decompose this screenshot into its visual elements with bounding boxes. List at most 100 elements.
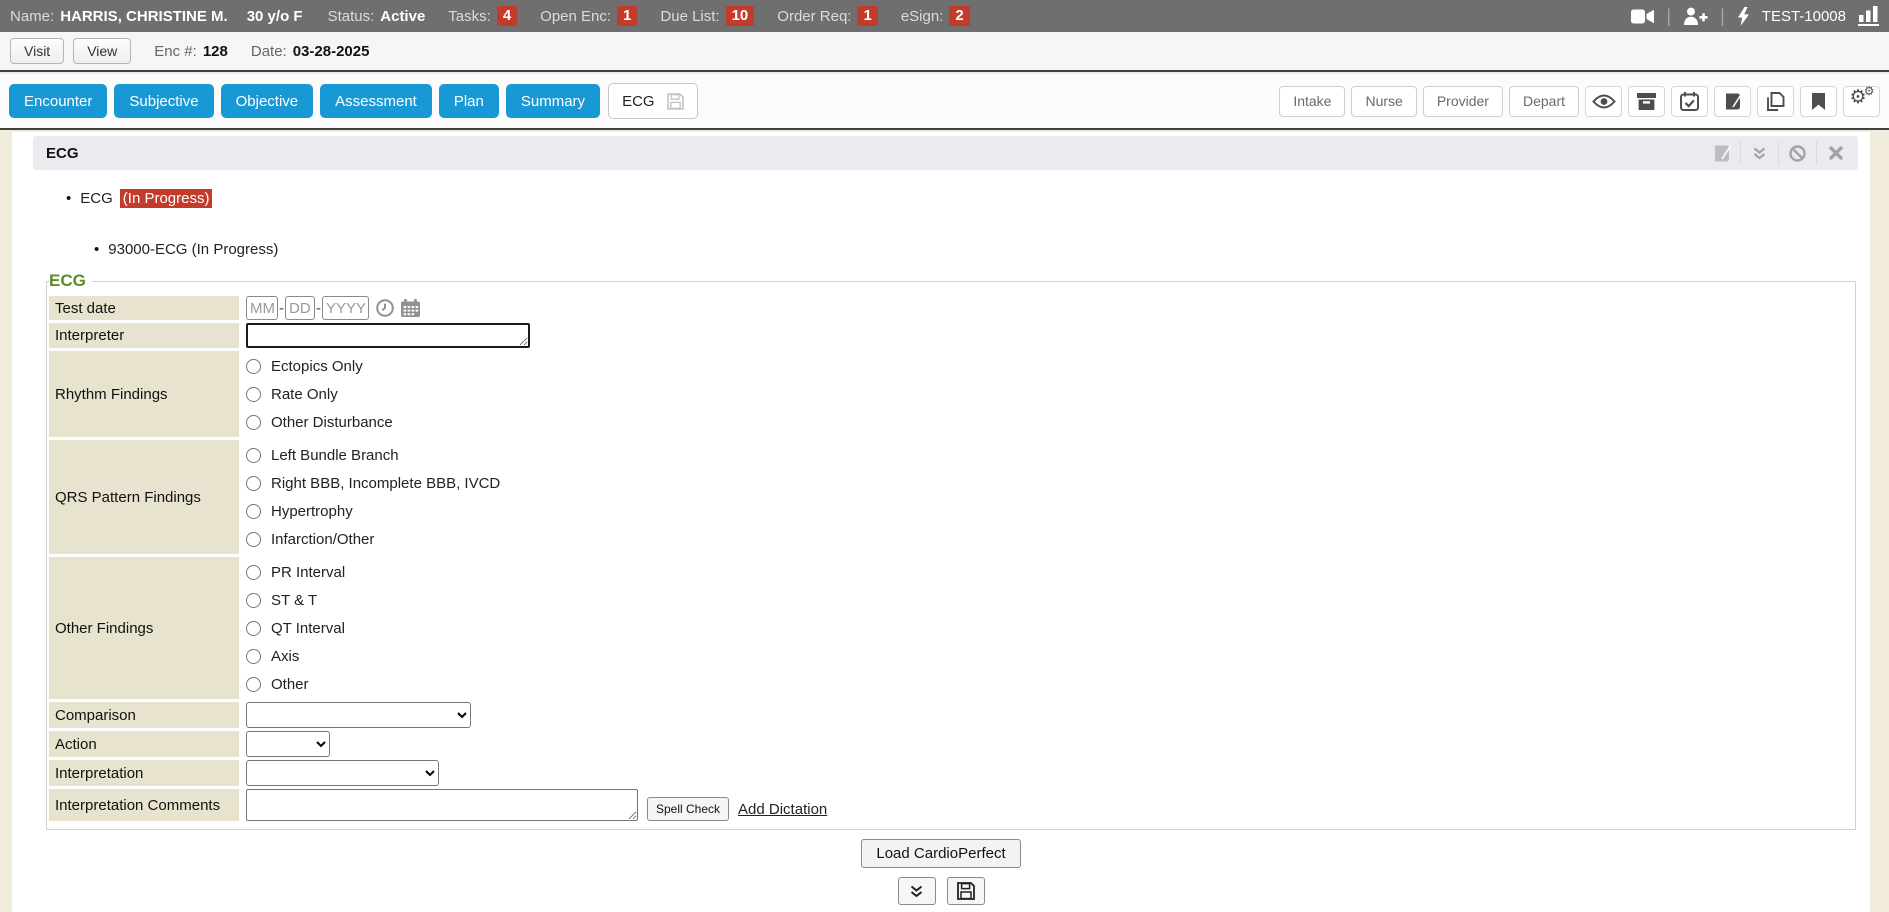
radio-icon[interactable] [246, 387, 261, 402]
radio-icon[interactable] [246, 415, 261, 430]
rhythm-findings-row: Rhythm Findings Ectopics Only Rate Only … [49, 351, 1851, 437]
ecg-section-header: ECG [33, 136, 1858, 170]
interpreter-input[interactable] [246, 323, 530, 348]
open-enc-counter[interactable]: Open Enc: 1 [540, 6, 637, 26]
qrs-pattern-option[interactable]: Right BBB, Incomplete BBB, IVCD [246, 469, 500, 497]
radio-icon[interactable] [246, 359, 261, 374]
video-camera-icon[interactable] [1631, 9, 1654, 24]
test-date-row: Test date - - [49, 296, 1851, 320]
radio-icon[interactable] [246, 504, 261, 519]
due-list-badge[interactable]: 10 [726, 6, 755, 26]
patient-age-sex: 30 y/o F [247, 8, 303, 25]
test-date-year-input[interactable] [322, 296, 369, 320]
due-list-counter[interactable]: Due List: 10 [660, 6, 754, 26]
other-findings-label: Other Findings [49, 557, 239, 699]
patient-info-bar: Name: HARRIS, CHRISTINE M. 30 y/o F Stat… [0, 0, 1889, 32]
action-select[interactable] [246, 731, 330, 757]
stage-button[interactable]: Intake [1279, 86, 1345, 117]
rhythm-finding-option[interactable]: Ectopics Only [246, 352, 363, 380]
open-enc-badge[interactable]: 1 [617, 6, 637, 26]
comparison-label: Comparison [49, 702, 239, 728]
cancel-section-icon[interactable] [1779, 145, 1816, 162]
bookmark-icon-button[interactable] [1800, 86, 1837, 117]
radio-icon[interactable] [246, 649, 261, 664]
comparison-row: Comparison [49, 702, 1851, 728]
close-section-icon[interactable] [1817, 146, 1854, 160]
collapse-form-button[interactable] [898, 877, 936, 905]
radio-icon[interactable] [246, 565, 261, 580]
calendar-check-icon-button[interactable] [1671, 86, 1708, 117]
interpretation-select[interactable] [246, 760, 439, 786]
other-finding-option[interactable]: PR Interval [246, 558, 345, 586]
other-finding-option[interactable]: Axis [246, 642, 299, 670]
other-finding-option[interactable]: Other [246, 670, 309, 698]
ecg-status-item[interactable]: • ECG (In Progress) [66, 189, 1870, 208]
ecg-tab[interactable]: ECG [608, 83, 698, 119]
load-cardioperfect-button[interactable]: Load CardioPerfect [861, 839, 1020, 868]
ecg-sub-status-item[interactable]: • 93000-ECG (In Progress) [94, 241, 1870, 258]
journal-icon-button[interactable] [1714, 86, 1751, 117]
add-person-icon[interactable] [1683, 7, 1708, 25]
radio-icon[interactable] [246, 621, 261, 636]
section-title: ECG [46, 145, 79, 162]
qrs-pattern-option[interactable]: Hypertrophy [246, 497, 353, 525]
nav-tab[interactable]: Assessment [320, 84, 432, 118]
nav-tab[interactable]: Plan [439, 84, 499, 118]
patient-status: Status: Active [328, 8, 426, 25]
copy-pages-icon-button[interactable] [1757, 86, 1794, 117]
stage-button[interactable]: Depart [1509, 86, 1579, 117]
ecg-form-legend: ECG [49, 271, 92, 291]
view-button[interactable]: View [73, 38, 131, 64]
archive-box-icon-button[interactable] [1628, 86, 1665, 117]
collapse-section-icon[interactable] [1741, 147, 1778, 160]
rhythm-finding-option[interactable]: Other Disturbance [246, 408, 393, 436]
nav-tab[interactable]: Summary [506, 84, 600, 118]
other-finding-option[interactable]: ST & T [246, 586, 317, 614]
save-icon-disabled [667, 93, 684, 110]
esign-badge[interactable]: 2 [949, 6, 969, 26]
save-form-button[interactable] [947, 877, 985, 905]
settings-gears-icon-button[interactable]: ⚙⚙ [1843, 86, 1880, 117]
patient-name: Name: HARRIS, CHRISTINE M. [10, 8, 228, 25]
form-footer: Load CardioPerfect [12, 839, 1870, 905]
ecg-status-label[interactable]: ECG [80, 190, 113, 207]
nav-tab[interactable]: Encounter [9, 84, 107, 118]
interpretation-comments-input[interactable] [246, 789, 638, 821]
bar-chart-icon[interactable] [1858, 6, 1879, 26]
time-clock-icon[interactable] [376, 299, 394, 317]
radio-icon[interactable] [246, 677, 261, 692]
esign-counter[interactable]: eSign: 2 [901, 6, 970, 26]
comparison-select[interactable] [246, 702, 471, 728]
radio-icon[interactable] [246, 593, 261, 608]
qrs-pattern-option[interactable]: Left Bundle Branch [246, 441, 399, 469]
radio-icon[interactable] [246, 448, 261, 463]
order-req-badge[interactable]: 1 [857, 6, 877, 26]
radio-icon[interactable] [246, 476, 261, 491]
journal-icon[interactable] [1703, 145, 1740, 162]
test-date-month-input[interactable] [246, 296, 278, 320]
stage-button[interactable]: Nurse [1351, 86, 1416, 117]
practice-id: TEST-10008 [1762, 8, 1846, 25]
nav-tab[interactable]: Objective [221, 84, 314, 118]
rhythm-finding-option[interactable]: Rate Only [246, 380, 338, 408]
test-date-day-input[interactable] [285, 296, 315, 320]
add-dictation-link[interactable]: Add Dictation [738, 801, 827, 821]
tasks-counter[interactable]: Tasks: 4 [448, 6, 517, 26]
nav-tab[interactable]: Subjective [114, 84, 213, 118]
stage-button[interactable]: Provider [1423, 86, 1503, 117]
tasks-badge[interactable]: 4 [497, 6, 517, 26]
lightning-bolt-icon[interactable] [1737, 7, 1750, 26]
eye-icon-button[interactable] [1585, 86, 1622, 117]
radio-icon[interactable] [246, 532, 261, 547]
qrs-pattern-option[interactable]: Infarction/Other [246, 525, 374, 553]
calendar-picker-icon[interactable] [401, 299, 420, 317]
visit-button[interactable]: Visit [10, 38, 64, 64]
ecg-sub-status-label[interactable]: 93000-ECG (In Progress) [108, 241, 278, 258]
order-req-counter[interactable]: Order Req: 1 [777, 6, 878, 26]
other-finding-option[interactable]: QT Interval [246, 614, 345, 642]
order-status-list: • ECG (In Progress) • 93000-ECG (In Prog… [66, 189, 1870, 258]
rhythm-findings-label: Rhythm Findings [49, 351, 239, 437]
spell-check-button[interactable]: Spell Check [647, 797, 729, 821]
in-progress-badge: (In Progress) [120, 189, 213, 208]
content-panel: ECG • ECG (In Progress) • [12, 132, 1870, 912]
